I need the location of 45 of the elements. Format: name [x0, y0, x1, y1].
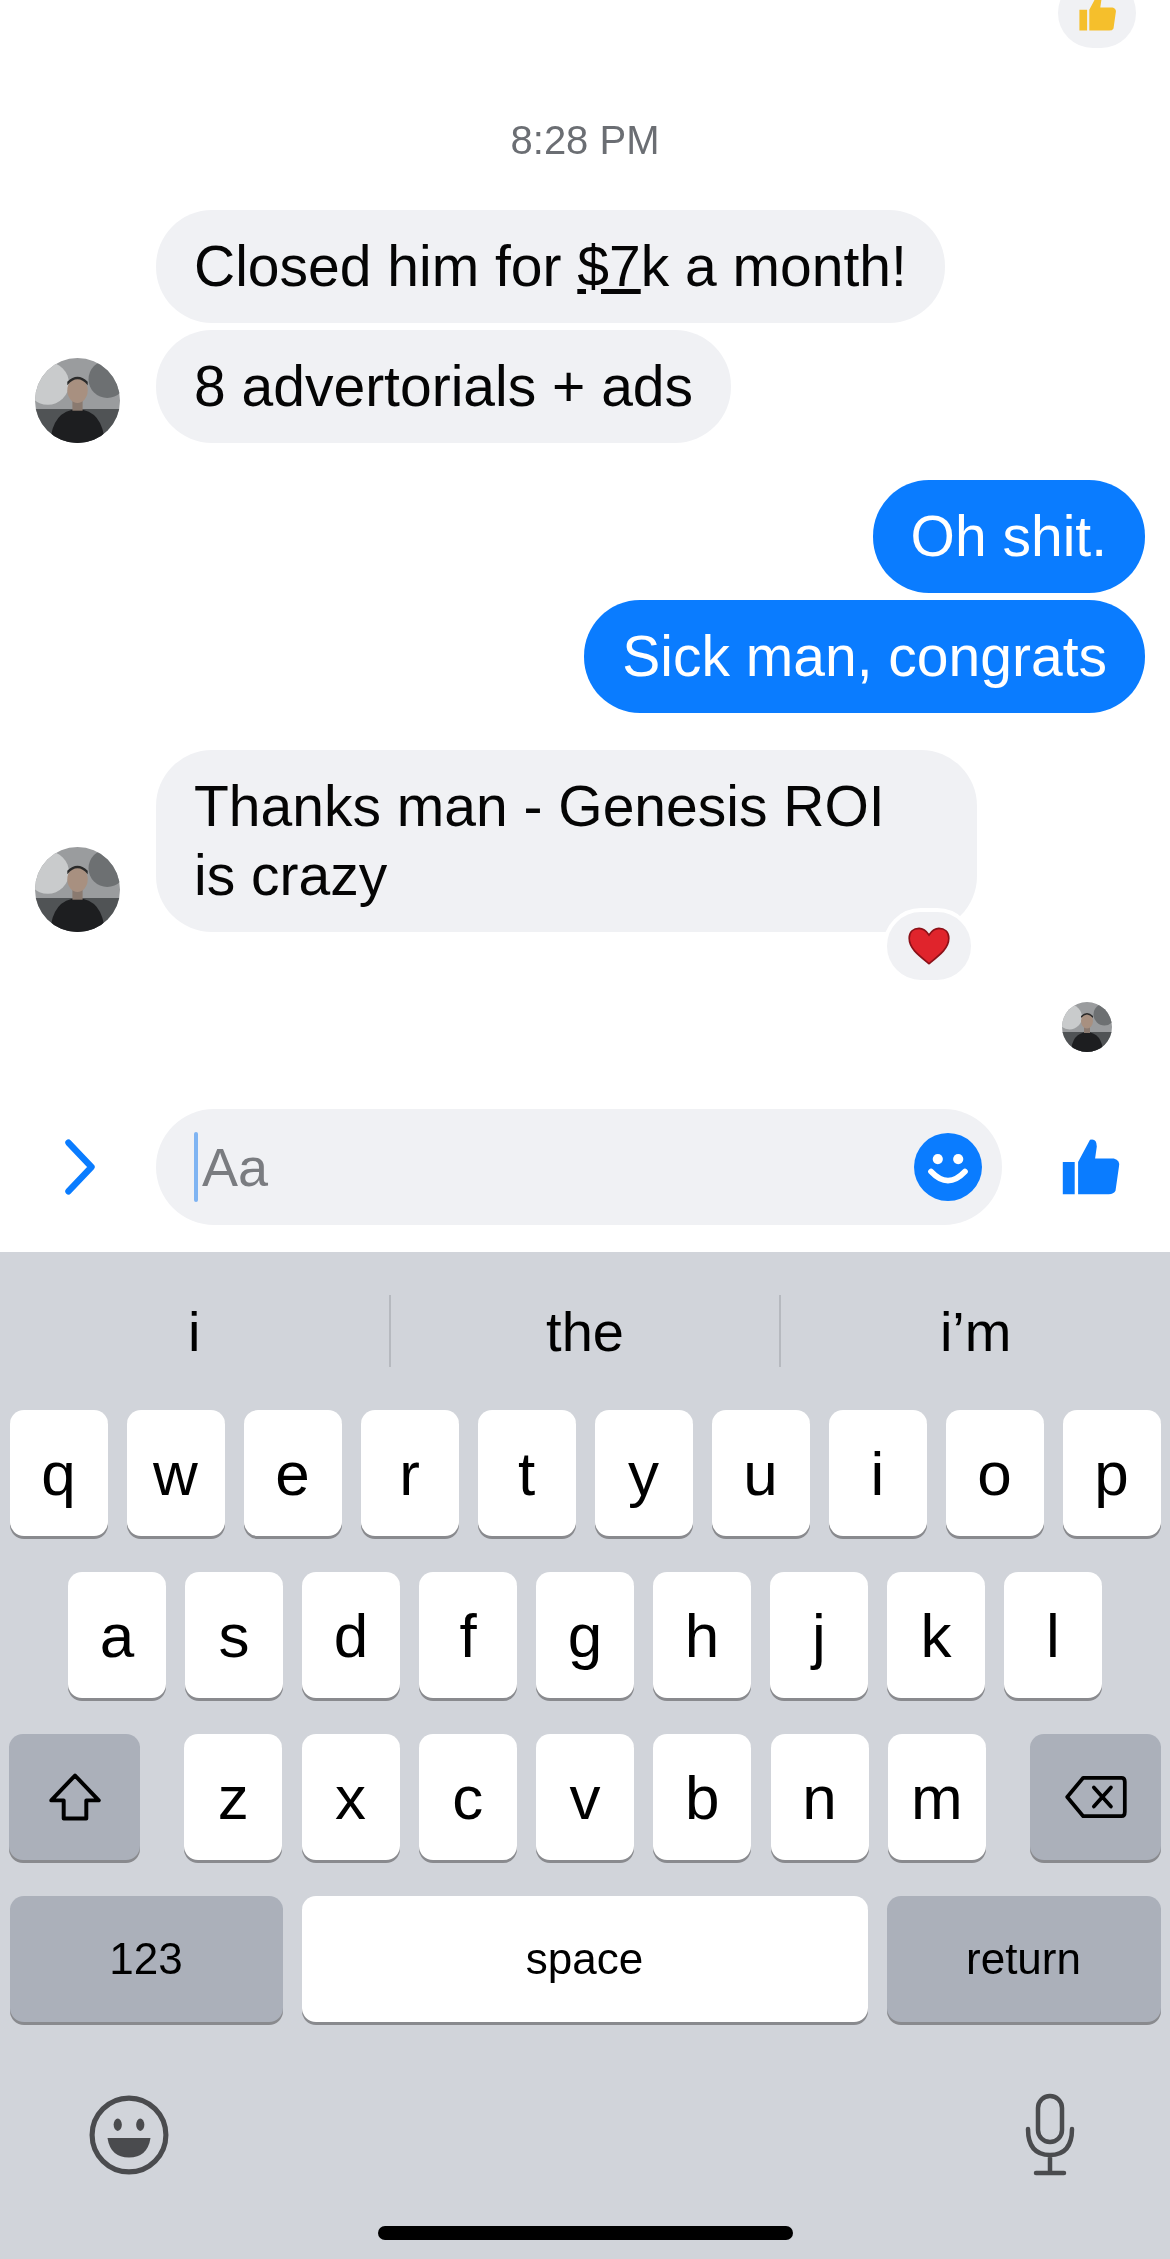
emoji-icon[interactable]: [88, 2094, 170, 2176]
key[interactable]: k: [887, 1572, 985, 1698]
key[interactable]: r: [360, 1410, 459, 1536]
key[interactable]: n: [770, 1734, 869, 1860]
key[interactable]: h: [653, 1572, 751, 1698]
emoji-icon[interactable]: [914, 1133, 982, 1201]
money-link[interactable]: $7: [577, 234, 641, 298]
key[interactable]: p: [1062, 1410, 1161, 1536]
key[interactable]: v: [536, 1734, 634, 1860]
message-bubble: 8 advertorials + ads: [156, 330, 732, 443]
message-bubble: Sick man, congrats: [584, 600, 1145, 713]
message-input[interactable]: Aa: [198, 1127, 914, 1207]
key[interactable]: z: [184, 1734, 283, 1860]
message-bubble: Thanks man - Genesis ROI is crazy: [156, 750, 977, 932]
delete-key[interactable]: [1030, 1734, 1161, 1860]
key[interactable]: d: [302, 1572, 400, 1698]
suggestion[interactable]: i’m: [939, 1298, 1012, 1364]
key[interactable]: e: [243, 1410, 342, 1536]
key[interactable]: w: [126, 1410, 225, 1536]
key[interactable]: u: [711, 1410, 810, 1536]
key[interactable]: i: [828, 1410, 927, 1536]
key[interactable]: s: [185, 1572, 283, 1698]
return-key[interactable]: return: [886, 1896, 1161, 2022]
key[interactable]: b: [653, 1734, 752, 1860]
key[interactable]: o: [945, 1410, 1044, 1536]
key[interactable]: f: [419, 1572, 517, 1698]
numbers-key[interactable]: 123: [9, 1896, 283, 2022]
shift-key[interactable]: [9, 1734, 140, 1860]
timestamp: 8:28 PM: [509, 117, 661, 163]
message-field[interactable]: Aa: [156, 1109, 1002, 1225]
key[interactable]: t: [477, 1410, 576, 1536]
suggestion[interactable]: i: [188, 1298, 201, 1364]
key[interactable]: x: [301, 1734, 400, 1860]
key[interactable]: y: [594, 1410, 693, 1536]
key[interactable]: m: [887, 1734, 986, 1860]
message-bubble: Oh shit.: [872, 480, 1145, 593]
key[interactable]: a: [68, 1572, 166, 1698]
key[interactable]: j: [770, 1572, 868, 1698]
space-key[interactable]: space: [301, 1896, 868, 2022]
message-bubble: Closed him for $7k a month!: [156, 210, 945, 323]
key[interactable]: c: [418, 1734, 517, 1860]
key[interactable]: g: [536, 1572, 634, 1698]
suggestion[interactable]: the: [546, 1298, 624, 1364]
key[interactable]: l: [1004, 1572, 1102, 1698]
key[interactable]: q: [9, 1410, 108, 1536]
